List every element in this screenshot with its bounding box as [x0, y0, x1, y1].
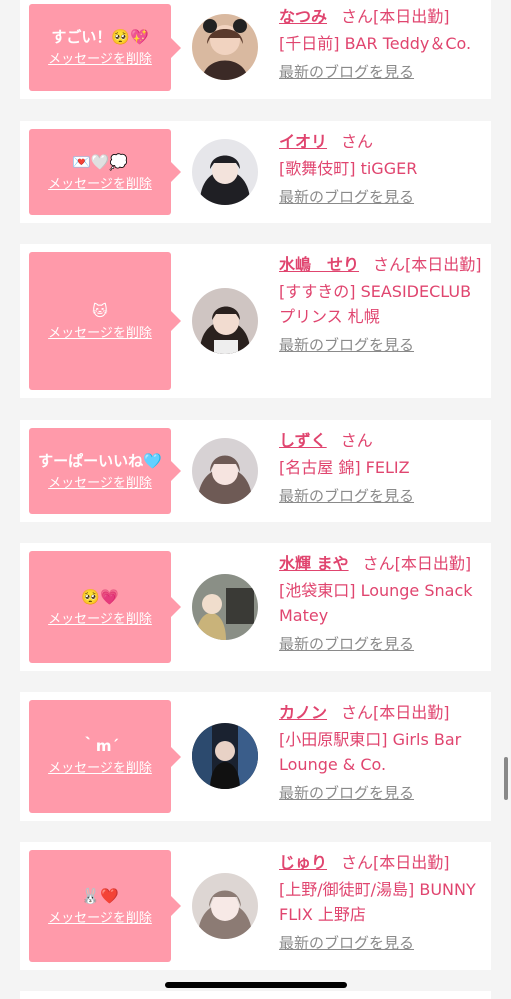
message-text: ｀m´ — [80, 737, 120, 755]
status-text: [本日出勤] — [373, 7, 450, 26]
latest-blog-link[interactable]: 最新のブログを見る — [279, 187, 485, 207]
shop-name: [千日前] BAR Teddy＆Co. — [279, 34, 472, 53]
latest-blog-link[interactable]: 最新のブログを見る — [279, 634, 485, 654]
message-bubble: ｀m´ メッセージを削除 — [29, 700, 181, 813]
message-text: 💌🤍💭 — [71, 152, 129, 171]
latest-blog-link[interactable]: 最新のブログを見る — [279, 62, 485, 82]
avatar[interactable] — [192, 723, 258, 789]
shop-name: [歌舞伎町] tiGGER — [279, 159, 418, 178]
message-bubble: 💌🤍💭 メッセージを削除 — [29, 129, 181, 215]
cast-name-link[interactable]: カノン — [279, 703, 327, 722]
shop-name: [名古屋 錦] FELIZ — [279, 458, 410, 477]
avatar[interactable] — [192, 139, 258, 205]
honorific: さん — [341, 703, 374, 722]
message-text: 🐱 — [92, 301, 108, 320]
avatar[interactable] — [192, 438, 258, 504]
message-card: ｀m´ メッセージを削除 カノン さん[本日出勤] [小田原駅東口] Girls … — [20, 692, 491, 821]
avatar[interactable] — [192, 14, 258, 80]
honorific: さん — [341, 132, 374, 151]
message-bubble: 🐰❤️ メッセージを削除 — [29, 850, 181, 962]
honorific: さん — [341, 7, 374, 26]
shop-name: [池袋東口] Lounge Snack Matey — [279, 581, 473, 625]
cast-info: じゅり さん[本日出勤] [上野/御徒町/湯島] BUNNY FLIX 上野店 最… — [279, 850, 485, 953]
message-bubble: 🐱 メッセージを削除 — [29, 252, 181, 390]
latest-blog-link[interactable]: 最新のブログを見る — [279, 783, 485, 803]
avatar[interactable] — [192, 288, 258, 354]
delete-message-link[interactable]: メッセージを削除 — [48, 326, 152, 342]
status-text: [本日出勤] — [405, 255, 482, 274]
delete-message-link[interactable]: メッセージを削除 — [48, 911, 152, 927]
shop-name: [上野/御徒町/湯島] BUNNY FLIX 上野店 — [279, 880, 476, 924]
cast-name-link[interactable]: イオリ — [279, 132, 327, 151]
message-card: 🐱 メッセージを削除 水嶋 せり さん[本日出勤] [すすきの] SEASIDEC… — [20, 244, 491, 398]
honorific: さん — [341, 853, 374, 872]
message-card: 🥺💗 メッセージを削除 水輝 まや さん[本日出勤] [池袋東口] Lounge … — [20, 543, 491, 671]
honorific: さん — [362, 554, 395, 573]
cast-info: なつみ さん[本日出勤] [千日前] BAR Teddy＆Co. 最新のブログを見… — [279, 4, 485, 82]
delete-message-link[interactable]: メッセージを削除 — [48, 476, 152, 492]
message-bubble: すーぱーいいね🩵 メッセージを削除 — [29, 428, 181, 514]
latest-blog-link[interactable]: 最新のブログを見る — [279, 335, 485, 355]
message-card: 💌🤍💭 メッセージを削除 イオリ さん [歌舞伎町] tiGGER 最新のブログを… — [20, 121, 491, 223]
cast-info: 水嶋 せり さん[本日出勤] [すすきの] SEASIDECLUB プリンス 札幌… — [279, 252, 485, 355]
honorific: さん — [340, 431, 373, 450]
status-text: [本日出勤] — [394, 554, 472, 573]
delete-message-link[interactable]: メッセージを削除 — [48, 177, 152, 193]
cast-info: イオリ さん [歌舞伎町] tiGGER 最新のブログを見る — [279, 129, 485, 207]
home-indicator — [165, 982, 347, 988]
avatar[interactable] — [192, 873, 258, 939]
message-text: 🥺💗 — [81, 587, 119, 606]
message-card — [20, 991, 491, 999]
scrollbar-thumb[interactable] — [504, 757, 508, 800]
message-card: すーぱーいいね🩵 メッセージを削除 しずく さん [名古屋 錦] FELIZ 最新… — [20, 420, 491, 522]
cast-name-link[interactable]: なつみ — [279, 7, 327, 26]
message-text: すーぱーいいね🩵 — [38, 451, 162, 470]
cast-info: カノン さん[本日出勤] [小田原駅東口] Girls Bar Lounge & … — [279, 700, 485, 803]
delete-message-link[interactable]: メッセージを削除 — [48, 52, 152, 68]
cast-info: しずく さん [名古屋 錦] FELIZ 最新のブログを見る — [279, 428, 485, 506]
cast-name-link[interactable]: じゅり — [279, 853, 327, 872]
message-text: すごい！🥺💖 — [51, 28, 149, 46]
message-bubble: すごい！🥺💖 メッセージを削除 — [29, 4, 181, 91]
cast-name-link[interactable]: しずく — [279, 431, 327, 450]
status-text: [本日出勤] — [373, 853, 450, 872]
message-text: 🐰❤️ — [81, 886, 119, 905]
cast-name-link[interactable]: 水輝 まや — [279, 554, 349, 573]
status-text: [本日出勤] — [373, 703, 450, 722]
avatar[interactable] — [192, 574, 258, 640]
latest-blog-link[interactable]: 最新のブログを見る — [279, 486, 485, 506]
message-card: すごい！🥺💖 メッセージを削除 なつみ さん[本日出勤] [千日前] BAR Te… — [20, 0, 491, 99]
delete-message-link[interactable]: メッセージを削除 — [48, 761, 152, 777]
message-list: すごい！🥺💖 メッセージを削除 なつみ さん[本日出勤] [千日前] BAR Te… — [0, 0, 511, 999]
cast-name-link[interactable]: 水嶋 せり — [279, 255, 359, 274]
message-card: 🐰❤️ メッセージを削除 じゅり さん[本日出勤] [上野/御徒町/湯島] BUN… — [20, 842, 491, 970]
cast-info: 水輝 まや さん[本日出勤] [池袋東口] Lounge Snack Matey … — [279, 551, 485, 654]
shop-name: [すすきの] SEASIDECLUB プリンス 札幌 — [279, 282, 472, 326]
latest-blog-link[interactable]: 最新のブログを見る — [279, 933, 485, 953]
message-bubble: 🥺💗 メッセージを削除 — [29, 551, 181, 663]
shop-name: [小田原駅東口] Girls Bar Lounge & Co. — [279, 730, 462, 774]
honorific: さん — [373, 255, 406, 274]
delete-message-link[interactable]: メッセージを削除 — [48, 612, 152, 628]
